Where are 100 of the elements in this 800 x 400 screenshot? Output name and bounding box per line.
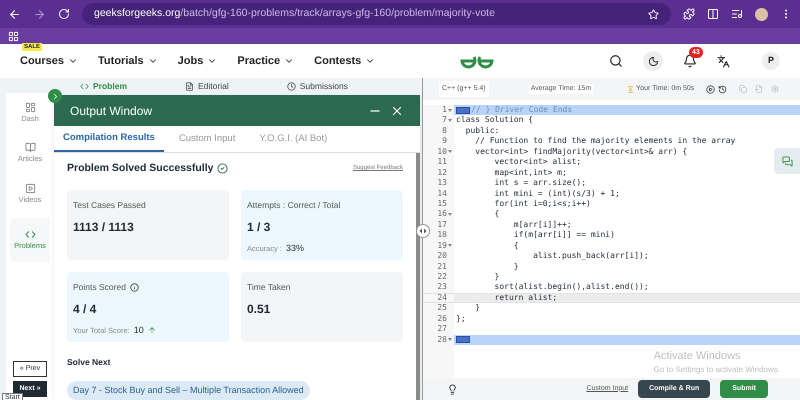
clock-icon: [286, 82, 296, 91]
nav-menu[interactable]: Jobs: [178, 52, 218, 70]
code-line: if(m[arr[i]] == mini): [512, 230, 615, 241]
code-line: map<int,int> m;: [494, 168, 567, 178]
search-icon[interactable]: [609, 54, 623, 68]
fold-arrow-icon[interactable]: [448, 213, 452, 216]
nav-menu[interactable]: Tutorials: [98, 52, 158, 70]
code-icon: [24, 228, 36, 240]
line-number: 10: [437, 146, 447, 158]
fold-arrow-icon[interactable]: [448, 244, 452, 248]
code-line: public:: [464, 126, 500, 136]
section-heading: Solve Next: [67, 356, 112, 368]
fold-arrow-icon[interactable]: [448, 150, 452, 154]
line-number: 20: [437, 251, 447, 262]
line-number: 1: [442, 105, 447, 116]
line-number: 28: [437, 334, 447, 346]
book-icon: [24, 142, 36, 154]
card-title: Points Scored: [73, 280, 126, 294]
translate-icon[interactable]: [717, 54, 730, 68]
chat-icon: [782, 156, 792, 166]
moon-icon: [648, 56, 658, 66]
back-icon[interactable]: [8, 8, 21, 20]
address-bar[interactable]: geeksforgeeks.org/batch/gfg-160-problems/track/arrays-gfg-160/problem/majority-vote: [82, 3, 671, 25]
card-title: Time Taken: [247, 280, 290, 294]
card-title: Attempts : Correct / Total: [247, 198, 340, 212]
line-number: 27: [437, 324, 447, 335]
code-line: // Function to find the majority elements in the array: [474, 136, 736, 147]
url-host: geeksforgeeks.org: [94, 6, 180, 22]
reload-icon[interactable]: [58, 8, 70, 20]
fold-arrow-icon[interactable]: [448, 108, 452, 112]
nav-menu[interactable]: Contests: [314, 52, 376, 70]
code-line: {: [512, 240, 519, 252]
media-icon[interactable]: [731, 8, 743, 20]
code-line: int s = arr.size();: [494, 178, 586, 189]
fold-arrow-icon[interactable]: [448, 119, 452, 122]
nav-menu[interactable]: Courses: [20, 52, 78, 70]
code-line: vector<int> alist;: [494, 157, 582, 168]
problem-tab[interactable]: Editorial: [185, 78, 229, 95]
card-title: Test Cases Passed: [73, 198, 146, 212]
notification-icon[interactable]: [683, 54, 697, 68]
line-number: 9: [442, 136, 447, 147]
window-title: Output Window: [70, 102, 152, 120]
line-number: 13: [437, 178, 447, 189]
code-line: return alist;: [494, 292, 558, 304]
line-number: 7: [442, 115, 447, 126]
fold-widget[interactable]: [456, 336, 470, 344]
code-line: {: [494, 209, 500, 220]
code-line: class Solution {: [456, 115, 534, 126]
document-icon: [185, 82, 194, 91]
reading-mode-icon[interactable]: [707, 8, 719, 20]
card-value: 0.51: [247, 300, 272, 318]
line-number: 14: [437, 188, 447, 199]
extensions-icon[interactable]: [683, 8, 695, 20]
bookmark-star-icon[interactable]: [648, 8, 659, 20]
line-number: 22: [437, 272, 447, 282]
code-line: }: [494, 272, 500, 282]
hint-icon[interactable]: [447, 384, 458, 394]
code-line: // } Driver Code Ends: [471, 105, 572, 116]
line-number: 17: [437, 220, 447, 230]
problem-tab[interactable]: Submissions: [286, 78, 348, 95]
chat-button[interactable]: [774, 148, 800, 174]
output-tab[interactable]: Compilation Results: [54, 126, 164, 152]
url-path: /batch/gfg-160-problems/track/arrays-gfg-160/problem/majority-vote: [180, 6, 495, 22]
os-notice-title: Activate Windows: [654, 348, 742, 364]
line-number: 18: [437, 230, 447, 241]
line-number: 15: [437, 198, 447, 210]
code-line: sort(alist.begin(),alist.end());: [494, 282, 649, 293]
code-line: }: [512, 262, 519, 272]
play-icon: [24, 182, 36, 194]
history-icon[interactable]: [718, 84, 728, 94]
code-line: int mini = (int)(s/3) + 1;: [494, 188, 620, 199]
code-line: for(int i=0;i<s;i++): [494, 198, 591, 210]
line-number: 25: [437, 303, 447, 314]
card-note-value: 10: [134, 324, 144, 336]
user-avatar[interactable]: P: [762, 52, 780, 70]
card-note-value: 33%: [286, 242, 304, 254]
code-line: }: [474, 303, 480, 314]
expand-toggle[interactable]: [48, 89, 62, 103]
line-number: 26: [437, 314, 447, 324]
line-number: 8: [442, 126, 447, 136]
fold-arrow-icon[interactable]: [448, 338, 452, 342]
code-line: vector<int> findMajority(vector<int>& arr) {: [474, 146, 688, 158]
profile-avatar[interactable]: [755, 8, 768, 20]
line-number: 23: [437, 282, 447, 293]
card-value: 1113 / 1113: [73, 218, 135, 236]
problem-tab[interactable]: Problem: [80, 78, 128, 95]
code-line: m[arr[i]]++;: [512, 220, 572, 230]
card-value: 4 / 4: [73, 300, 98, 318]
code-icon: [80, 82, 89, 91]
line-number: 11: [437, 157, 447, 168]
line-number: 19: [437, 240, 447, 252]
fold-widget[interactable]: [456, 106, 470, 114]
apps-icon[interactable]: [8, 30, 19, 42]
dark-mode-toggle[interactable]: [643, 51, 663, 71]
nav-menu[interactable]: Practice: [237, 52, 294, 70]
next-problem-chip[interactable]: Day 7 - Stock Buy and Sell – Multiple Transaction Allowed: [67, 380, 310, 400]
status-text: Problem Solved Successfully: [67, 161, 214, 176]
line-number: 16: [437, 209, 447, 220]
hourglass-icon: [627, 86, 634, 92]
play-icon[interactable]: [706, 84, 716, 94]
